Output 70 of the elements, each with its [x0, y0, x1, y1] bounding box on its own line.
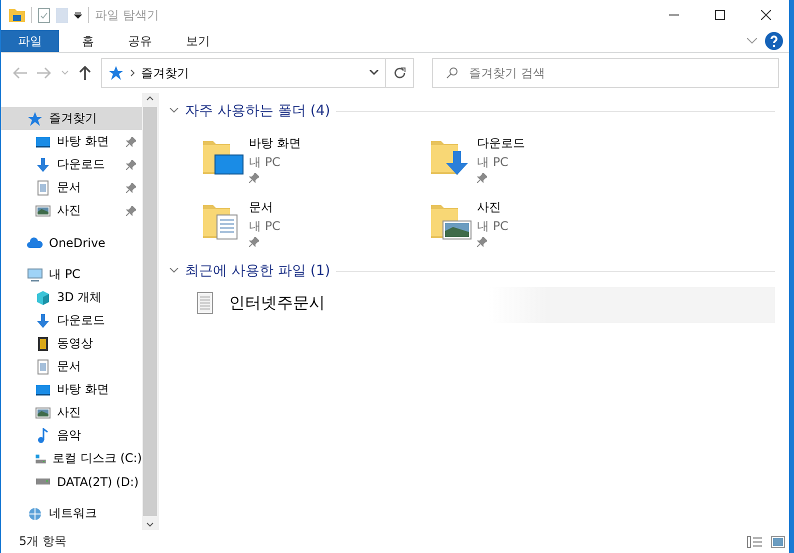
globe-icon — [27, 506, 43, 522]
refresh-icon — [394, 67, 406, 79]
document-icon — [35, 358, 51, 374]
sidebar-item[interactable]: 문서 — [1, 176, 142, 199]
sidebar-item[interactable]: DATA(2T) (D:) — [1, 470, 142, 493]
picture-icon — [35, 404, 51, 420]
scrollbar-thumb[interactable] — [143, 107, 157, 516]
sidebar-item[interactable]: 사진 — [1, 401, 142, 424]
minimize-icon — [669, 14, 679, 16]
folder-location: 내 PC — [477, 218, 508, 235]
ribbon-tab[interactable]: 공유 — [111, 30, 169, 52]
group-heading: 자주 사용하는 폴더 (4) — [185, 102, 330, 120]
document-icon — [35, 180, 51, 196]
search-field[interactable]: 즐겨찾기 검색 — [432, 58, 779, 88]
computer-icon — [27, 266, 43, 282]
up-button[interactable] — [79, 66, 91, 80]
sidebar-item[interactable]: 로컬 디스크 (C:) — [1, 447, 142, 470]
ribbon-tab[interactable]: 파일 — [1, 30, 59, 52]
collapse-icon[interactable] — [169, 108, 179, 114]
film-icon — [35, 336, 51, 352]
file-name[interactable]: 인터넷주문시 — [229, 292, 325, 314]
picture-icon — [35, 202, 51, 218]
folder-location: 내 PC — [477, 154, 510, 171]
folder-location: 내 PC — [249, 218, 280, 235]
folder-name[interactable]: 문서 — [249, 199, 280, 216]
folder-name[interactable]: 사진 — [477, 199, 508, 216]
cloud-icon — [27, 234, 43, 250]
folder-location: 내 PC — [249, 154, 282, 171]
down-arrow-icon — [35, 156, 51, 172]
ribbon-tab[interactable]: 보기 — [169, 30, 227, 52]
properties-icon[interactable] — [38, 8, 50, 22]
close-icon — [761, 10, 771, 20]
sidebar-item[interactable]: 사진 — [1, 199, 142, 222]
refresh-button[interactable] — [386, 58, 414, 88]
sidebar-item[interactable]: 즐겨찾기 — [1, 107, 142, 130]
maximize-icon — [715, 10, 725, 20]
window-title: 파일 탐색기 — [95, 6, 159, 24]
sidebar-item[interactable]: 3D 개체 — [1, 286, 142, 309]
ribbon-tab[interactable]: 홈 — [65, 30, 111, 52]
sidebar-item[interactable]: 동영상 — [1, 332, 142, 355]
star-icon — [27, 110, 43, 126]
folder-icon[interactable] — [9, 8, 25, 22]
folder-name[interactable]: 다운로드 — [477, 135, 525, 152]
sidebar-item[interactable]: OneDrive — [1, 231, 142, 254]
folder-name[interactable]: 바탕 화면 — [249, 135, 301, 152]
down-arrow-icon — [35, 312, 51, 328]
sidebar-item[interactable]: 바탕 화면 — [1, 130, 142, 153]
details-view-button[interactable] — [747, 536, 763, 548]
collapse-icon[interactable] — [169, 268, 179, 274]
item-count: 5개 항목 — [19, 533, 66, 550]
dropdown-icon[interactable] — [74, 11, 82, 19]
address-bar[interactable]: 즐겨찾기 — [101, 58, 386, 88]
sidebar-item[interactable]: 다운로드 — [1, 309, 142, 332]
drive-icon — [35, 478, 51, 485]
cube-icon — [35, 290, 51, 306]
sidebar-item[interactable]: 네트워크 — [1, 502, 142, 525]
help-icon[interactable] — [765, 32, 783, 50]
sidebar-item[interactable]: 내 PC — [1, 263, 142, 286]
music-note-icon — [35, 428, 51, 444]
text-file-icon — [197, 292, 213, 314]
chevron-down-icon[interactable] — [369, 70, 379, 76]
sidebar-item[interactable]: 다운로드 — [1, 153, 142, 176]
sidebar-item[interactable]: 음악 — [1, 424, 142, 447]
group-heading: 최근에 사용한 파일 (1) — [185, 262, 330, 280]
star-icon — [108, 65, 124, 81]
sidebar-item[interactable]: 문서 — [1, 355, 142, 378]
large-icons-view-button[interactable] — [771, 536, 785, 548]
chevron-right-icon — [130, 69, 135, 77]
scrollbar[interactable] — [142, 93, 158, 530]
sidebar-item[interactable]: 바탕 화면 — [1, 378, 142, 401]
